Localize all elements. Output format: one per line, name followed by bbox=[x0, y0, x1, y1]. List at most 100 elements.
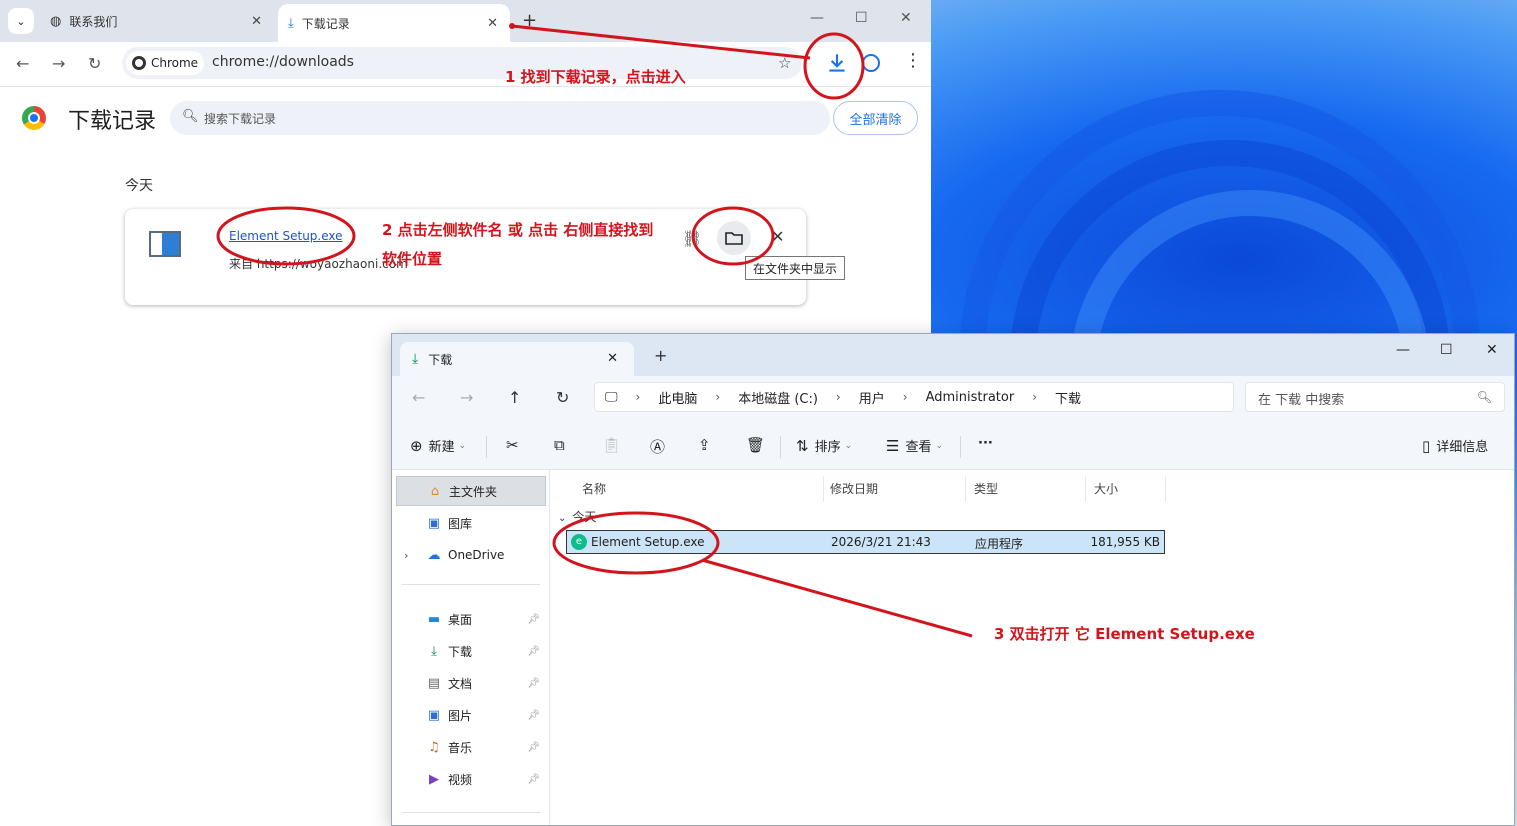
site-chip-label: Chrome bbox=[151, 56, 199, 70]
back-button[interactable]: ← bbox=[16, 54, 29, 73]
forward-button[interactable]: → bbox=[460, 388, 473, 407]
more-label: ··· bbox=[978, 436, 993, 451]
breadcrumb-item[interactable]: 用户 bbox=[859, 388, 885, 407]
more-menu-icon[interactable]: ⋮ bbox=[904, 52, 922, 70]
rename-icon: Ⓐ bbox=[650, 438, 666, 456]
column-header-modified[interactable]: 修改日期 bbox=[822, 476, 966, 502]
minimize-button[interactable]: — bbox=[1396, 342, 1410, 358]
computer-icon: 🖵︎ bbox=[605, 389, 618, 405]
copy-button[interactable]: ⧉ bbox=[554, 436, 571, 454]
file-group-header[interactable]: ⌄ 今天 bbox=[558, 508, 596, 525]
downloads-toolbar-button[interactable] bbox=[824, 50, 850, 76]
list-icon: ☰ bbox=[886, 436, 900, 455]
close-window-button[interactable]: ✕ bbox=[900, 10, 912, 26]
tab-downloads[interactable]: ⤓ 下载记录 ✕ bbox=[278, 4, 510, 42]
picture-icon: ▣ bbox=[427, 707, 441, 723]
more-options-button[interactable]: ··· bbox=[978, 436, 993, 451]
maximize-button[interactable]: ☐ bbox=[1440, 342, 1453, 358]
minimize-button[interactable]: — bbox=[810, 10, 824, 26]
tab-search-button[interactable]: ⌄ bbox=[8, 8, 34, 34]
explorer-tab-downloads[interactable]: ⤓ 下载 ✕ bbox=[400, 342, 634, 376]
url-text[interactable]: chrome://downloads bbox=[212, 54, 354, 70]
pin-icon: 📌︎ bbox=[527, 645, 540, 657]
explorer-tab-bar: ⤓ 下载 ✕ + — ☐ ✕ bbox=[392, 334, 1514, 376]
address-bar[interactable]: Chrome chrome://downloads bbox=[122, 47, 802, 79]
nav-item-documents[interactable]: ▤ 文档 📌︎ bbox=[396, 668, 546, 698]
cut-button[interactable]: ✂ bbox=[506, 436, 525, 454]
close-tab-icon[interactable]: ✕ bbox=[251, 14, 262, 29]
column-header-type[interactable]: 类型 bbox=[966, 476, 1086, 502]
copy-icon: ⧉ bbox=[554, 436, 565, 454]
music-icon: ♫ bbox=[428, 739, 440, 755]
plus-circle-icon: ⊕ bbox=[410, 436, 423, 455]
nav-label: 视频 bbox=[448, 772, 473, 787]
globe-icon: ◍ bbox=[50, 13, 62, 29]
folder-icon bbox=[725, 232, 743, 245]
rename-button[interactable]: Ⓐ bbox=[650, 436, 671, 457]
chevron-down-icon: ⌄ bbox=[458, 440, 467, 451]
breadcrumb-item[interactable]: 下载 bbox=[1055, 388, 1081, 407]
nav-item-pictures[interactable]: ▣ 图片 📌︎ bbox=[396, 700, 546, 730]
share-button[interactable]: ⇪ bbox=[698, 436, 717, 454]
refresh-button[interactable]: ↻ bbox=[556, 388, 569, 407]
video-icon: ▶ bbox=[429, 771, 439, 787]
bookmark-star-icon[interactable]: ☆ bbox=[778, 54, 791, 72]
show-in-folder-button[interactable] bbox=[717, 221, 751, 255]
profile-icon[interactable] bbox=[862, 54, 880, 72]
close-tab-icon[interactable]: ✕ bbox=[607, 351, 618, 366]
download-filename-link[interactable]: Element Setup.exe bbox=[229, 229, 343, 243]
chevron-right-icon: › bbox=[835, 390, 841, 404]
nav-item-music[interactable]: ♫ 音乐 📌︎ bbox=[396, 732, 546, 762]
exe-file-icon bbox=[149, 231, 181, 257]
sort-button[interactable]: ⇅ 排序 ⌄ bbox=[796, 436, 852, 456]
pin-icon: 📌︎ bbox=[527, 613, 540, 625]
nav-item-downloads[interactable]: ⤓ 下载 📌︎ bbox=[396, 636, 546, 666]
browser-toolbar: ← → ↻ Chrome chrome://downloads ☆ ⋮ bbox=[0, 42, 931, 86]
annotation-step-3: 3 双击打开 它 Element Setup.exe bbox=[994, 625, 1255, 643]
column-header-size[interactable]: 大小 bbox=[1086, 476, 1166, 502]
downloads-search-input[interactable]: 🔍︎ 搜索下载记录 bbox=[170, 101, 830, 135]
nav-label: 主文件夹 bbox=[449, 484, 498, 499]
site-chip[interactable]: Chrome bbox=[126, 51, 204, 75]
paste-button[interactable]: 📋︎ bbox=[602, 436, 627, 454]
copy-link-icon[interactable]: ⛓ bbox=[682, 229, 702, 248]
breadcrumb-item[interactable]: 本地磁盘 (C:) bbox=[738, 388, 818, 407]
date-group-header: 今天 bbox=[125, 178, 153, 194]
group-label: 今天 bbox=[572, 510, 597, 524]
sort-label: 排序 bbox=[814, 440, 841, 455]
nav-item-videos[interactable]: ▶ 视频 📌︎ bbox=[396, 764, 546, 794]
element-app-icon: e bbox=[571, 534, 587, 550]
breadcrumb-item[interactable]: Administrator bbox=[926, 390, 1015, 405]
sort-icon: ⇅ bbox=[796, 436, 809, 455]
clear-all-button[interactable]: 全部清除 bbox=[833, 101, 918, 135]
nav-label: 下载 bbox=[448, 644, 473, 659]
forward-button[interactable]: → bbox=[52, 54, 65, 73]
column-header-name[interactable]: 名称 bbox=[574, 476, 824, 502]
nav-item-home[interactable]: ⌂ 主文件夹 bbox=[396, 476, 546, 506]
explorer-new-tab-button[interactable]: + bbox=[654, 346, 667, 365]
up-button[interactable]: ↑ bbox=[508, 388, 521, 407]
annotation-step-2-cont: 软件位置 bbox=[382, 250, 443, 268]
reload-button[interactable]: ↻ bbox=[88, 54, 101, 73]
breadcrumb-item[interactable]: 此电脑 bbox=[658, 388, 697, 407]
back-button[interactable]: ← bbox=[412, 388, 425, 407]
maximize-button[interactable]: ☐ bbox=[855, 10, 868, 26]
file-row-element-setup[interactable]: e Element Setup.exe 2026/3/21 21:43 应用程序… bbox=[566, 530, 1165, 554]
explorer-search-input[interactable]: 在 下载 中搜索 🔍︎ bbox=[1245, 382, 1505, 412]
close-window-button[interactable]: ✕ bbox=[1486, 342, 1498, 358]
new-tab-button[interactable]: + bbox=[522, 10, 537, 31]
view-button[interactable]: ☰ 查看 ⌄ bbox=[886, 436, 943, 456]
nav-item-gallery[interactable]: ▣ 图库 bbox=[396, 508, 546, 538]
details-label: 详细信息 bbox=[1436, 440, 1489, 455]
delete-button[interactable]: 🗑︎ bbox=[746, 436, 771, 454]
breadcrumb[interactable]: 🖵︎ › 此电脑 › 本地磁盘 (C:) › 用户 › Administrato… bbox=[594, 382, 1234, 412]
new-button[interactable]: ⊕ 新建 ⌄ bbox=[410, 436, 467, 456]
chevron-right-icon[interactable]: › bbox=[404, 549, 408, 562]
details-pane-button[interactable]: ▯ 详细信息 bbox=[1422, 436, 1489, 456]
close-tab-icon[interactable]: ✕ bbox=[487, 16, 498, 31]
chevron-right-icon: › bbox=[902, 390, 908, 404]
nav-item-desktop[interactable]: ▬ 桌面 📌︎ bbox=[396, 604, 546, 634]
tab-contact-us[interactable]: ◍ 联系我们 ✕ bbox=[40, 6, 274, 36]
nav-item-onedrive[interactable]: › ☁ OneDrive bbox=[396, 540, 546, 570]
remove-item-icon[interactable]: ✕ bbox=[771, 227, 784, 246]
